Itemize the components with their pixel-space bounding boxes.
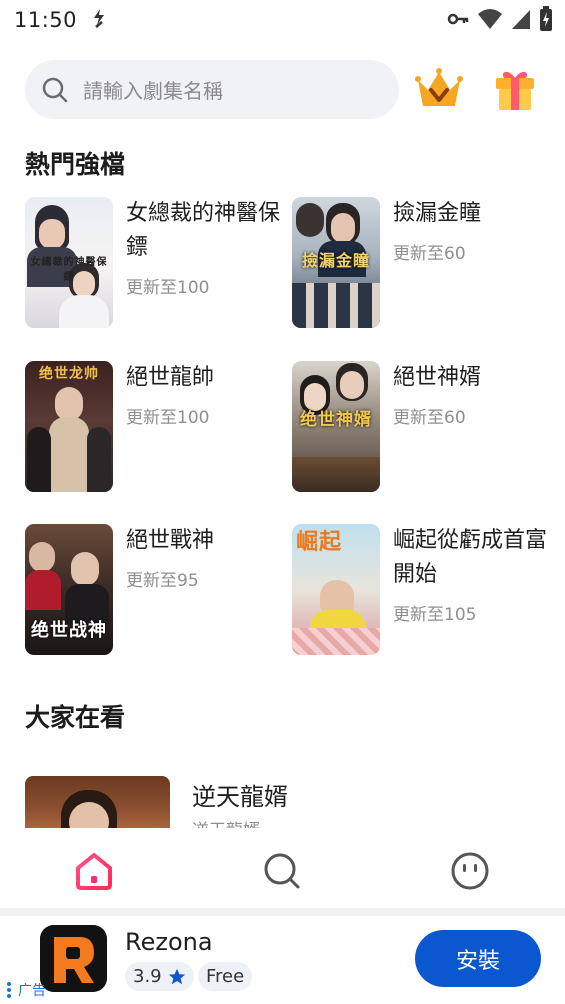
drama-poster: 女總裁的神醫保鏢 xyxy=(25,197,113,328)
home-icon[interactable] xyxy=(74,851,114,891)
vip-crown-icon[interactable] xyxy=(415,66,463,112)
search-icon xyxy=(42,77,68,102)
ad-banner[interactable]: Rezona 3.9 Free 安裝 广告 xyxy=(0,916,565,1004)
drama-update: 更新至60 xyxy=(393,244,466,264)
install-button[interactable]: 安裝 xyxy=(415,930,541,987)
cell-signal-icon xyxy=(512,10,530,29)
face-icon[interactable] xyxy=(450,851,490,891)
drama-title: 絕世戰神 xyxy=(126,528,215,553)
section-title-hot: 熱門強檔 xyxy=(25,150,126,179)
status-time: 11:50 xyxy=(14,8,78,32)
drama-update: 更新至95 xyxy=(126,571,199,591)
ad-app-icon[interactable] xyxy=(40,925,107,992)
data-saver-icon xyxy=(94,9,105,28)
drama-title: 撿漏金瞳 xyxy=(393,201,482,226)
ad-rating-value: 3.9 xyxy=(133,966,162,987)
drama-poster: 撿漏金瞳 xyxy=(292,197,380,328)
drama-card[interactable]: 崛起 崛起從虧成首富開始 更新至105 xyxy=(292,524,552,658)
drama-poster: 绝世战神 xyxy=(25,524,113,655)
drama-update: 更新至105 xyxy=(393,605,477,625)
poster-title: 绝世龙帅 xyxy=(39,366,99,382)
watching-title[interactable]: 逆天龍婿 xyxy=(192,777,288,812)
gift-icon[interactable] xyxy=(494,66,536,112)
drama-card[interactable]: 绝世神婿 絕世神婿 更新至60 xyxy=(292,361,552,495)
drama-poster: 绝世龙帅 xyxy=(25,361,113,492)
drama-card[interactable]: 绝世龙帅 絕世龍帥 更新至100 xyxy=(25,361,285,495)
ad-label[interactable]: 广告 xyxy=(6,980,46,1000)
wifi-icon xyxy=(478,9,502,29)
status-bar: 11:50 xyxy=(0,0,565,40)
drama-poster: 绝世神婿 xyxy=(292,361,380,492)
battery-charging-icon xyxy=(540,6,552,31)
drama-poster: 崛起 xyxy=(292,524,380,655)
poster-title: 崛起 xyxy=(296,529,343,555)
drama-card[interactable]: 撿漏金瞳 撿漏金瞳 更新至60 xyxy=(292,197,552,331)
section-title-watching: 大家在看 xyxy=(25,703,126,732)
drama-title: 絕世龍帥 xyxy=(126,365,215,390)
ad-app-name[interactable]: Rezona xyxy=(125,928,213,956)
search-input[interactable]: 請輸入劇集名稱 xyxy=(25,60,399,119)
drama-title: 女總裁的神醫保鏢 xyxy=(126,201,281,260)
search-placeholder: 請輸入劇集名稱 xyxy=(83,79,223,103)
drama-update: 更新至100 xyxy=(126,278,210,298)
bottom-nav xyxy=(0,828,565,908)
divider xyxy=(0,908,565,916)
watching-subtitle: 逆天龍婿 xyxy=(192,816,260,828)
poster-title: 绝世神婿 xyxy=(300,410,372,430)
search-nav-icon[interactable] xyxy=(262,851,302,891)
ad-label-text: 广告 xyxy=(18,983,46,999)
drama-update: 更新至60 xyxy=(393,408,466,428)
ad-rating: 3.9 xyxy=(125,962,194,991)
poster-title: 撿漏金瞳 xyxy=(301,251,370,270)
poster-title: 女總裁的神醫保鏢 xyxy=(30,257,108,283)
drama-title: 絕世神婿 xyxy=(393,365,482,390)
drama-update: 更新至100 xyxy=(126,408,210,428)
star-icon xyxy=(168,968,185,984)
watching-poster[interactable] xyxy=(25,776,170,828)
drama-card[interactable]: 女總裁的神醫保鏢 女總裁的神醫保鏢 更新至100 xyxy=(25,197,285,331)
rezona-logo-icon xyxy=(40,925,107,992)
more-vert-icon[interactable] xyxy=(6,981,12,999)
drama-card[interactable]: 绝世战神 絕世戰神 更新至95 xyxy=(25,524,285,658)
drama-title: 崛起從虧成首富開始 xyxy=(393,528,548,587)
status-icons xyxy=(447,6,553,32)
poster-title: 绝世战神 xyxy=(31,620,107,641)
ad-price: Free xyxy=(198,962,253,991)
vpn-key-icon xyxy=(447,13,469,25)
